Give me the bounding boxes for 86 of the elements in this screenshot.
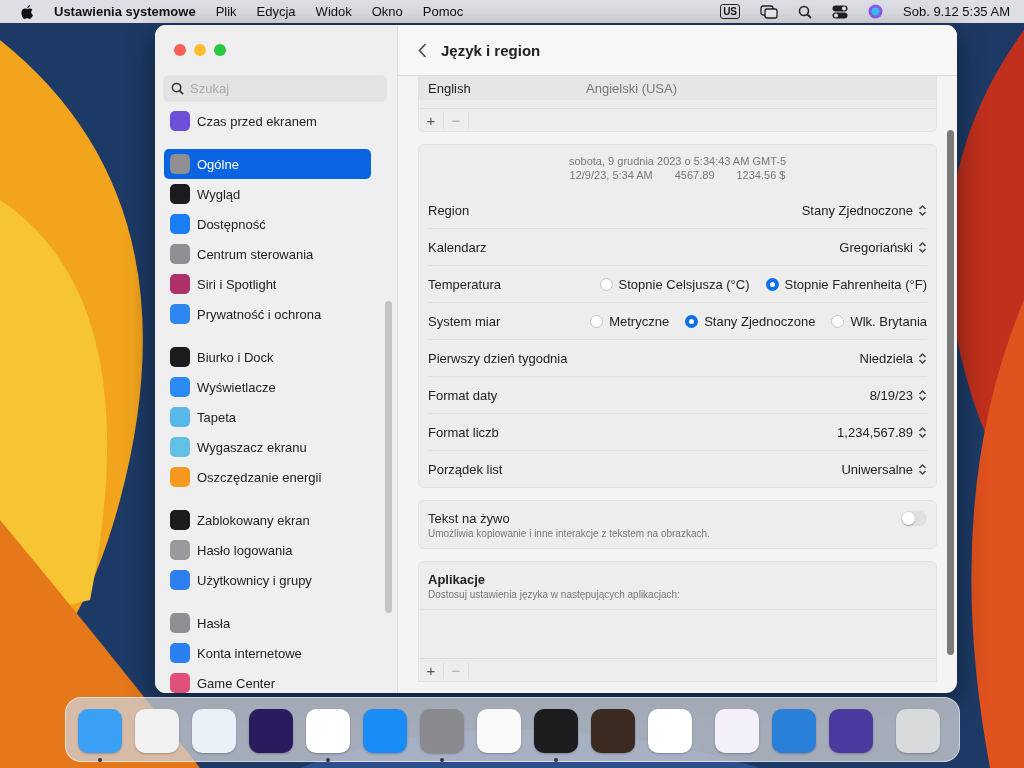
radio-label[interactable]: Stopnie Celsjusza (°C) [618,276,750,292]
popup-value[interactable]: Niedziela [859,350,913,366]
stepper-icon[interactable] [918,388,927,402]
stepper-icon[interactable] [918,240,927,254]
setting-label: Format liczb [428,424,499,440]
app-icon[interactable] [534,708,578,753]
sidebar-item[interactable]: Centrum sterowania [164,239,371,269]
menu-item[interactable]: Edycja [256,4,296,19]
radio-button[interactable] [590,314,604,328]
menu-item[interactable]: Plik [215,4,237,19]
sidebar-item[interactable]: Użytkownicy i grupy [164,565,371,595]
sidebar-item[interactable]: Game Center [164,668,371,693]
clock-text[interactable]: Sob. 9.12 5:35 AM [903,4,1010,19]
search-field[interactable]: Szukaj [163,75,387,102]
popup-value[interactable]: Gregoriański [839,239,913,255]
window-title: Język i region [441,41,541,59]
popup-value[interactable]: 1,234,567.89 [837,424,913,440]
input-source-badge[interactable]: US [720,4,741,19]
sidebar-item[interactable]: Czas przed ekranem [164,106,371,136]
radio-label[interactable]: Metryczne [609,313,670,329]
menu-item[interactable]: Widok [315,4,352,19]
sidebar-item[interactable]: Ogólne [164,149,371,179]
format-preview: 12/9/23, 5:34 AM [569,168,653,182]
sidebar-item[interactable]: Hasło logowania [164,535,371,565]
sidebar-item[interactable]: Prywatność i ochrona [164,299,371,329]
menu-item[interactable]: Pomoc [422,4,464,19]
section-title: Aplikacje [428,572,487,587]
setting-label: Format daty [428,387,498,403]
radio-button[interactable] [685,314,699,328]
sidebar-item[interactable]: Dostępność [164,209,371,239]
sidebar-item[interactable]: Oszczędzanie energii [164,462,371,492]
search-icon[interactable] [798,4,813,19]
control-center-icon[interactable] [832,4,849,19]
windows-icon[interactable] [760,4,779,19]
date-preview: sobota, 9 grudnia 2023 o 5:34:43 AM GMT-5 [568,154,787,168]
radio-button[interactable] [831,314,845,328]
close-button[interactable] [174,44,186,56]
sidebar-item[interactable]: Wyświetlacze [164,372,371,402]
radio-label[interactable]: Wlk. Brytania [850,313,927,329]
language-native-name: Angielski (USA) [586,80,678,96]
sidebar-item[interactable]: Zablokowany ekran [164,505,371,535]
add-button[interactable]: + [419,111,444,129]
sidebar-item[interactable]: Biurko i Dock [164,342,371,372]
setting-label: Pierwszy dzień tygodnia [428,350,568,366]
popup-value[interactable]: 8/19/23 [869,387,913,403]
toggle-switch[interactable] [901,511,927,526]
stepper-icon[interactable] [918,351,927,365]
sidebar-item[interactable]: Wygaszacz ekranu [164,432,371,462]
menu-item[interactable]: Okno [371,4,403,19]
app-menu[interactable]: Ustawienia systemowe [54,4,196,19]
sidebar-item[interactable]: Konta internetowe [164,638,371,668]
sidebar-item[interactable]: Wygląd [164,179,371,209]
setting-description: Umożliwia kopiowanie i inne interakcje z tekstem na obrazkach. [428,528,710,539]
stepper-icon[interactable] [918,425,927,439]
radio-button[interactable] [765,277,779,291]
apple-logo-icon[interactable] [20,3,34,20]
radio-button[interactable] [599,277,613,291]
zoom-button[interactable] [214,44,226,56]
back-icon[interactable] [418,42,427,58]
setting-title: Tekst na żywo [428,511,511,526]
setting-label: Temperatura [428,276,501,292]
app-icon[interactable] [249,708,293,753]
app-icon[interactable] [829,708,873,753]
stepper-icon[interactable] [918,462,927,476]
sidebar-item[interactable]: Siri i Spotlight [164,269,371,299]
radio-label[interactable]: Stopnie Fahrenheita (°F) [784,276,927,292]
popup-value[interactable]: Stany Zjednoczone [801,202,913,218]
format-preview: 1234.56 $ [736,168,786,182]
format-preview: 4567.89 [674,168,715,182]
minimize-button[interactable] [194,44,206,56]
setting-label: Kalendarz [428,239,487,255]
popup-value[interactable]: Uniwersalne [841,461,913,477]
stepper-icon[interactable] [918,203,927,217]
setting-label: Region [428,202,470,218]
setting-label: Porządek list [428,461,503,477]
scrollbar[interactable] [385,301,392,613]
scrollbar[interactable] [947,130,954,655]
setting-label: System miar [428,313,501,329]
section-description: Dostosuj ustawienia języka w następujących aplikacjach: [428,589,680,600]
search-icon [171,82,184,95]
radio-label[interactable]: Stany Zjednoczone [704,313,816,329]
language-name[interactable]: English [428,80,586,96]
app-icon[interactable] [591,708,635,753]
sidebar-item[interactable]: Hasła [164,608,371,638]
sidebar-item[interactable]: Tapeta [164,402,371,432]
add-button[interactable]: + [419,661,444,679]
